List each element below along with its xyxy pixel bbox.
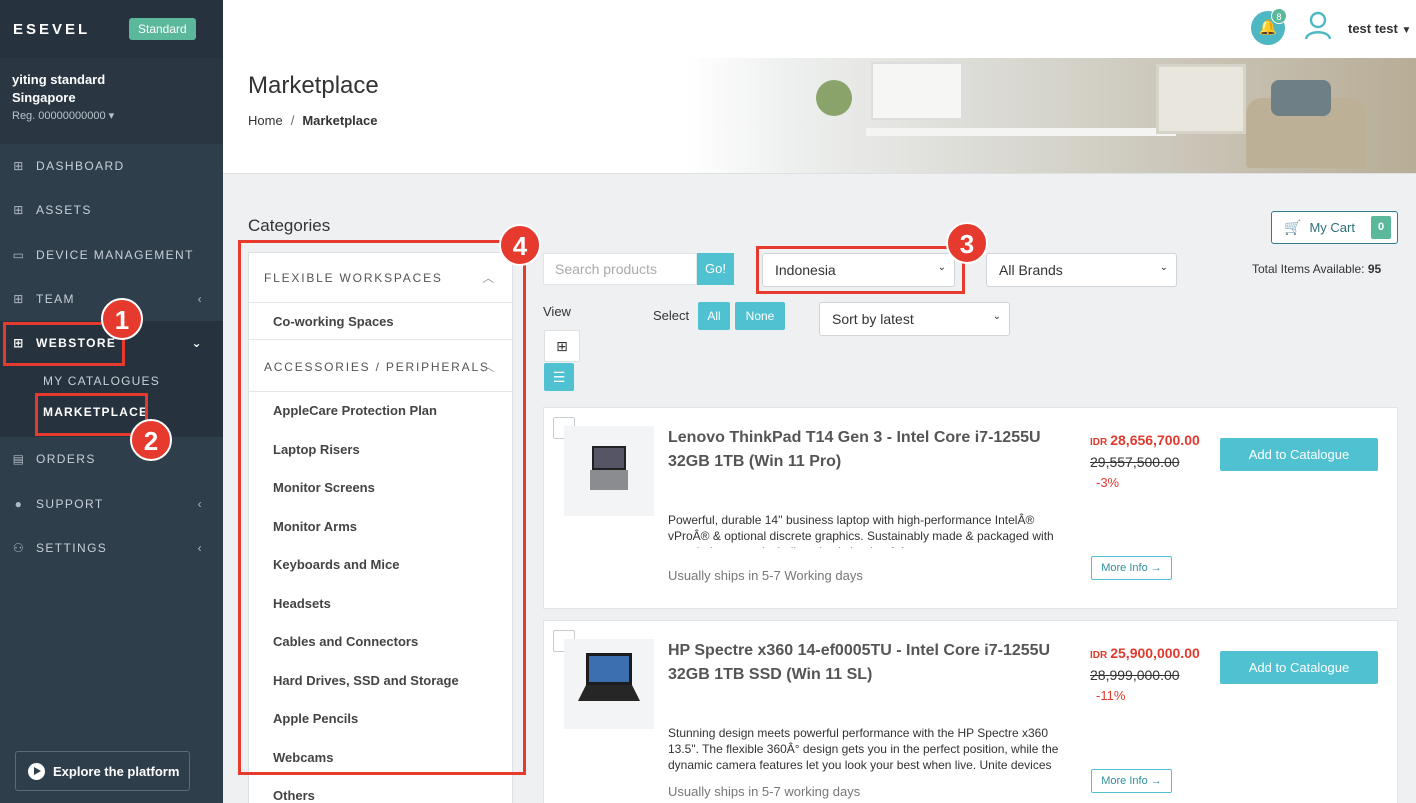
info-icon: ●: [14, 497, 24, 511]
hero-pillow: [1271, 80, 1331, 116]
brand-select[interactable]: All Brands ⌄: [986, 253, 1177, 287]
select-label: Select: [653, 308, 690, 323]
hero-shelf: [1156, 64, 1246, 134]
hero-desk: [866, 128, 1176, 136]
annotation-box-4: [238, 240, 526, 775]
hero-monitor: [871, 62, 963, 120]
nav-support[interactable]: ● SUPPORT ‹: [0, 482, 223, 526]
search-go-button[interactable]: Go!: [697, 253, 734, 285]
laptop-icon: ▭: [12, 248, 26, 262]
org-name: yiting standard Singapore: [12, 72, 106, 105]
caret-down-icon: ▾: [108, 110, 115, 122]
product-price: IDR 25,900,000.00: [1090, 645, 1200, 661]
document-icon: ▤: [12, 452, 26, 466]
product-card: Lenovo ThinkPad T14 Gen 3 - Intel Core i…: [543, 407, 1398, 609]
view-label: View: [543, 304, 571, 319]
select-none-button[interactable]: None: [735, 302, 785, 330]
more-info-button[interactable]: More Info →: [1091, 769, 1172, 793]
org-switcher[interactable]: yiting standard Singapore Reg. 000000000…: [0, 58, 223, 144]
breadcrumb-current: Marketplace: [302, 113, 378, 128]
product-shipping: Usually ships in 5-7 working days: [668, 784, 861, 799]
cart-icon: 🛒: [1284, 219, 1302, 235]
hero-plant: [816, 80, 852, 116]
total-items: Total Items Available: 95: [1252, 262, 1382, 276]
user-avatar-icon[interactable]: [1303, 10, 1333, 40]
grid-view-button[interactable]: ⊞: [544, 330, 580, 362]
laptop-image-icon: [590, 446, 628, 490]
grid-icon: ⊞: [13, 292, 25, 306]
product-discount: -3%: [1096, 475, 1120, 490]
product-card: HP Spectre x360 14-ef0005TU - Intel Core…: [543, 620, 1398, 803]
more-info-button[interactable]: More Info →: [1091, 556, 1172, 580]
nav-dashboard[interactable]: ⊞ DASHBOARD: [0, 144, 223, 188]
topbar: 🔔 8 test test ▼: [223, 0, 1416, 58]
add-to-catalogue-button[interactable]: Add to Catalogue: [1220, 438, 1378, 471]
select-all-button[interactable]: All: [698, 302, 730, 330]
annotation-number-1: 1: [101, 298, 143, 340]
explore-platform-button[interactable]: Explore the platform: [15, 751, 190, 791]
user-menu[interactable]: test test ▼: [1348, 21, 1411, 36]
users-icon: ⚇: [12, 541, 26, 555]
product-name[interactable]: Lenovo ThinkPad T14 Gen 3 - Intel Core i…: [668, 426, 1068, 474]
hero-image: [686, 58, 1416, 173]
product-price: IDR 28,656,700.00: [1090, 432, 1200, 448]
annotation-number-2: 2: [130, 419, 172, 461]
logo: ESEVEL: [13, 21, 91, 38]
org-reg: Reg. 00000000000 ▾: [12, 110, 115, 122]
list-icon: ☰: [552, 369, 566, 385]
breadcrumb-separator: /: [290, 113, 295, 128]
cart-count-badge: 0: [1371, 216, 1391, 239]
chevron-down-icon: ⌄: [992, 311, 1001, 322]
breadcrumb-home[interactable]: Home: [248, 113, 283, 128]
product-old-price: 28,999,000.00: [1090, 667, 1180, 683]
notification-count-badge: 8: [1271, 8, 1287, 24]
page-header: Marketplace Home / Marketplace: [223, 58, 1416, 174]
chevron-down-icon: ⌄: [191, 336, 203, 350]
list-view-button[interactable]: ☰: [544, 363, 574, 391]
product-description: Stunning design meets powerful performan…: [668, 726, 1059, 772]
chevron-left-icon: ‹: [197, 292, 203, 306]
plan-badge: Standard: [129, 18, 196, 40]
chevron-left-icon: ‹: [197, 497, 203, 511]
page-title: Marketplace: [248, 72, 379, 99]
annotation-number-4: 4: [499, 224, 541, 266]
add-to-catalogue-button[interactable]: Add to Catalogue: [1220, 651, 1378, 684]
grid-icon: ⊞: [13, 203, 25, 217]
annotation-number-3: 3: [946, 222, 988, 264]
product-description: Powerful, durable 14'' business laptop w…: [668, 513, 1054, 548]
my-cart-button[interactable]: 🛒 My Cart 0: [1271, 211, 1398, 244]
sort-select[interactable]: Sort by latest ⌄: [819, 302, 1010, 336]
laptop-image-icon: [578, 653, 640, 701]
nav-settings[interactable]: ⚇ SETTINGS ‹: [0, 526, 223, 570]
grid-icon: ⊞: [13, 159, 25, 173]
annotation-box-2: [35, 393, 148, 436]
product-image[interactable]: [564, 639, 654, 729]
nav-assets[interactable]: ⊞ ASSETS: [0, 188, 223, 232]
product-old-price: 29,557,500.00: [1090, 454, 1180, 470]
product-image[interactable]: [564, 426, 654, 516]
grid-icon: ⊞: [556, 338, 568, 354]
product-shipping: Usually ships in 5-7 Working days: [668, 568, 863, 583]
chevron-left-icon: ‹: [197, 541, 203, 555]
category-others[interactable]: Others: [273, 788, 315, 803]
search-input[interactable]: Search products: [543, 253, 697, 285]
caret-down-icon: ▼: [1401, 25, 1412, 36]
chevron-down-icon: ⌄: [1159, 262, 1168, 273]
nav-device-management[interactable]: ▭ DEVICE MANAGEMENT: [0, 233, 223, 277]
nav-orders[interactable]: ▤ ORDERS: [0, 437, 223, 481]
breadcrumb: Home / Marketplace: [248, 113, 377, 128]
product-name[interactable]: HP Spectre x360 14-ef0005TU - Intel Core…: [668, 639, 1068, 687]
annotation-box-3: [756, 246, 965, 294]
categories-title: Categories: [248, 216, 331, 235]
subnav-my-catalogues[interactable]: MY CATALOGUES: [43, 374, 160, 388]
play-icon: [28, 762, 45, 780]
sidebar-header: ESEVEL Standard: [0, 0, 223, 58]
product-discount: -11%: [1096, 688, 1126, 703]
